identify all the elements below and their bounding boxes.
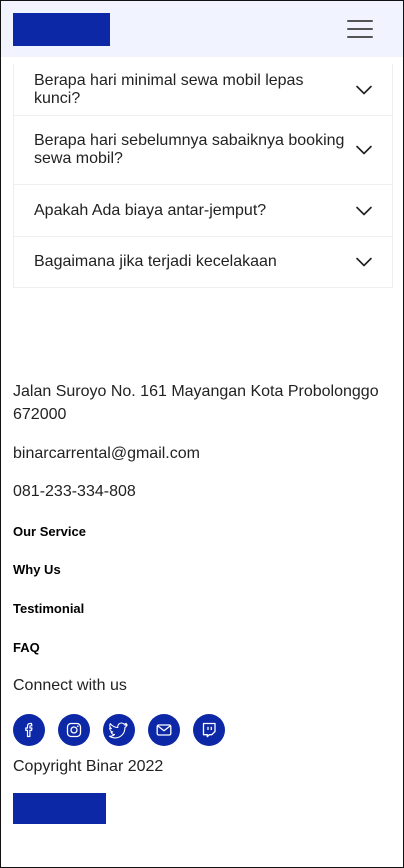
mail-icon[interactable] <box>148 714 180 746</box>
footer-phone: 081-233-334-808 <box>13 483 136 500</box>
footer-link-why-us[interactable]: Why Us <box>13 562 61 578</box>
chevron-down-icon <box>356 85 372 94</box>
faq-item[interactable]: Berapa hari sebelumnya sabaiknya booking… <box>14 115 392 184</box>
footer-address: Jalan Suroyo No. 161 Mayangan Kota Probo… <box>13 383 379 423</box>
faq-accordion: Berapa hari minimal sewa mobil lepas kun… <box>13 64 393 288</box>
instagram-icon[interactable] <box>58 714 90 746</box>
faq-item[interactable]: Apakah Ada biaya antar-jemput? <box>14 184 392 236</box>
facebook-icon[interactable] <box>13 714 45 746</box>
social-icons <box>13 714 238 746</box>
hamburger-menu-icon[interactable] <box>347 19 373 39</box>
footer-link-our-service[interactable]: Our Service <box>13 524 86 540</box>
footer-link-testimonial[interactable]: Testimonial <box>13 601 84 617</box>
hamburger-line <box>347 36 373 38</box>
footer-logo <box>13 793 106 824</box>
copyright-text: Copyright Binar 2022 <box>13 758 164 775</box>
hamburger-line <box>347 28 373 30</box>
faq-item[interactable]: Bagaimana jika terjadi kecelakaan <box>14 236 392 287</box>
faq-question: Berapa hari minimal sewa mobil lepas kun… <box>34 71 304 107</box>
chevron-down-icon <box>356 145 372 155</box>
brand-logo[interactable] <box>13 13 110 46</box>
twitch-icon[interactable] <box>193 714 225 746</box>
chevron-down-icon <box>356 257 372 267</box>
hamburger-line <box>347 20 373 22</box>
chevron-down-icon <box>356 206 372 215</box>
twitter-icon[interactable] <box>103 714 135 746</box>
navbar <box>1 1 403 57</box>
faq-question: Apakah Ada biaya antar-jemput? <box>34 201 267 219</box>
faq-item[interactable]: Berapa hari minimal sewa mobil lepas kun… <box>14 64 392 115</box>
footer-link-faq[interactable]: FAQ <box>13 640 40 656</box>
faq-question: Bagaimana jika terjadi kecelakaan <box>34 253 277 270</box>
faq-question: Berapa hari sebelumnya sabaiknya booking… <box>34 132 345 167</box>
connect-heading: Connect with us <box>13 677 127 694</box>
footer-email: binarcarrental@gmail.com <box>13 445 200 462</box>
